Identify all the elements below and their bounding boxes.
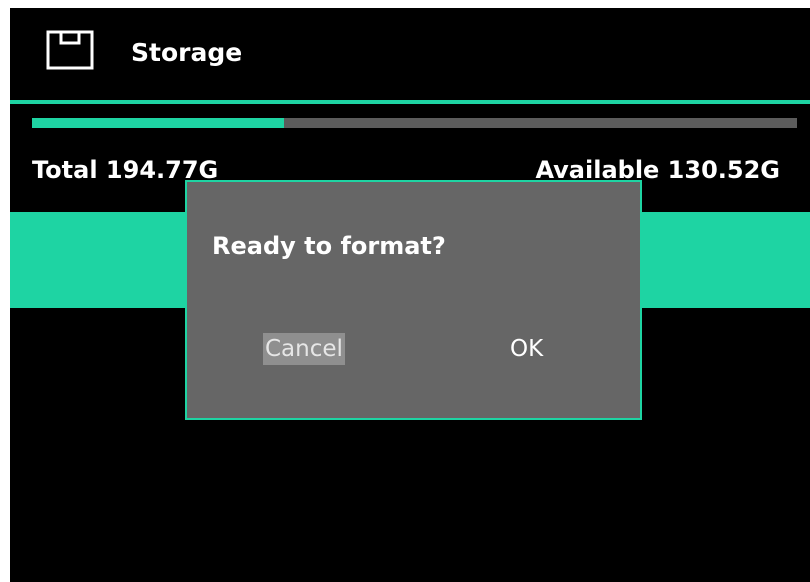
storage-usage-bar xyxy=(32,118,797,128)
cancel-button[interactable]: Cancel xyxy=(263,333,345,365)
page-title: Storage xyxy=(131,38,243,67)
storage-screen: Storage Total 194.77G Available 130.52G … xyxy=(10,8,810,582)
storage-usage-fill xyxy=(32,118,285,128)
format-confirm-dialog: Ready to format? Cancel OK xyxy=(185,180,642,420)
header-divider xyxy=(10,100,810,104)
ok-button[interactable]: OK xyxy=(508,333,545,365)
header: Storage xyxy=(10,8,810,100)
dialog-title: Ready to format? xyxy=(212,232,446,260)
storage-icon xyxy=(46,30,94,70)
